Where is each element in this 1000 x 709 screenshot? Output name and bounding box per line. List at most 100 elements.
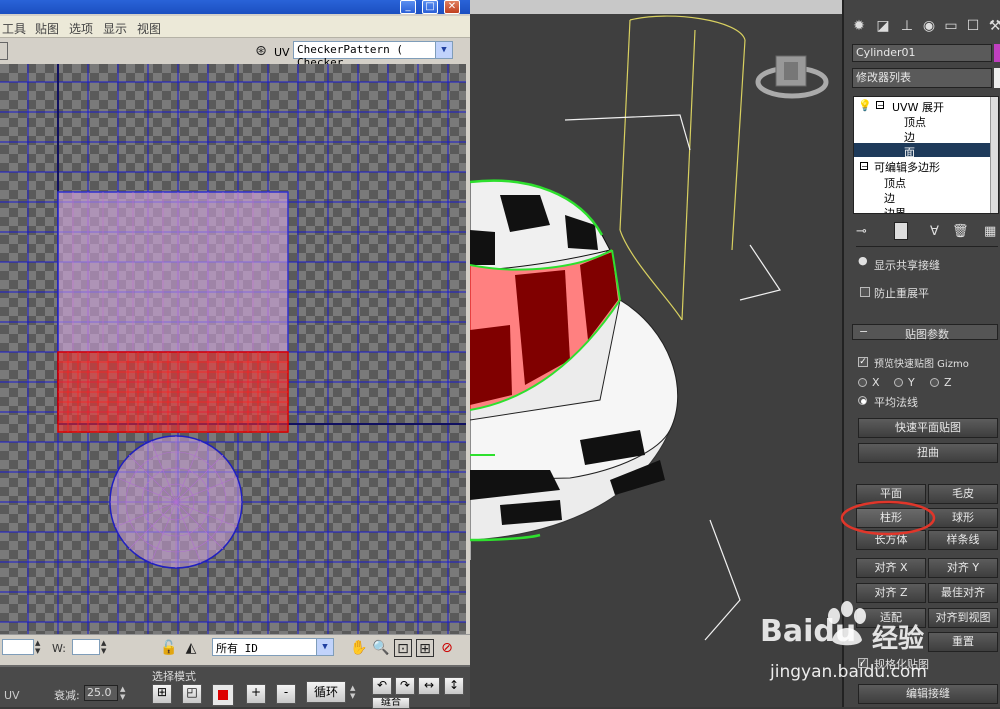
falloff-value: 25.0 [87, 686, 112, 699]
material-id-select-value: 所有 ID [216, 642, 258, 655]
axis-y-radio[interactable] [894, 378, 903, 387]
stack-item-editable-poly[interactable]: 可编辑多边形 [874, 159, 940, 175]
stack-item-vertex[interactable]: 顶点 [904, 114, 926, 130]
utilities-tab-icon[interactable]: ☐ [964, 18, 982, 38]
falloff-spinner[interactable]: ▲ ▼ [120, 685, 125, 701]
uv-canvas-drawing[interactable] [0, 64, 466, 634]
show-shared-seams-row[interactable]: ● 显示共享接缝 [852, 256, 998, 274]
close-button[interactable]: ✕ [444, 0, 460, 14]
object-name-value: Cylinder01 [856, 46, 916, 59]
texture-map-select[interactable]: CheckerPattern ( Checker ▼ [293, 41, 453, 69]
object-color-swatch[interactable] [994, 44, 1000, 62]
mirror-horizontal-button[interactable]: ↔ [418, 677, 440, 695]
quick-planar-button[interactable]: 快速平面贴图 [858, 418, 998, 438]
falloff-field[interactable]: 25.0 [84, 685, 118, 701]
stitch-button[interactable]: 缝合 [372, 697, 410, 709]
w-value-field[interactable] [72, 639, 100, 655]
uv-canvas[interactable] [0, 64, 466, 634]
remove-modifier-icon[interactable]: 🗑 [952, 224, 969, 239]
vertex-mode-button[interactable]: ⊞ [152, 684, 172, 704]
uv-island-top[interactable] [57, 191, 289, 353]
lock-icon[interactable]: 🔓 [160, 639, 178, 657]
cylinder-gizmo[interactable] [619, 15, 746, 321]
avg-normals-label: 平均法线 [874, 396, 918, 409]
u-spinner[interactable]: ▲ ▼ [35, 639, 43, 655]
paper-plane-icon[interactable]: ◭ [182, 639, 200, 657]
motion-tab-icon[interactable]: ◉ [920, 18, 938, 38]
show-end-result-icon[interactable] [894, 222, 908, 240]
modifier-stack[interactable]: 💡 − UVW 展开 顶点 边 面 − 可编辑多边形 顶点 边 边界 [853, 96, 999, 214]
object-name-field[interactable]: Cylinder01 [852, 44, 992, 62]
twist-button[interactable]: 扭曲 [858, 443, 998, 463]
face-mode-icon [218, 690, 228, 700]
prevent-reflatten-label: 防止重展平 [874, 287, 929, 300]
pelt-button[interactable]: 毛皮 [928, 484, 998, 504]
stack-item-poly-border[interactable]: 边界 [884, 205, 906, 213]
stack-scrollbar[interactable] [990, 97, 998, 213]
menu-view[interactable]: 视图 [137, 20, 161, 37]
menu-tools[interactable]: 工具 [2, 20, 26, 37]
window-titlebar[interactable]: _ □ ✕ [0, 0, 470, 14]
checker-map-icon[interactable]: ⊛ [252, 42, 270, 60]
spline-button[interactable]: 样条线 [928, 530, 998, 550]
loop-spinner[interactable]: ▲ ▼ [350, 684, 355, 700]
footer-uv-label: UV [4, 689, 20, 702]
uv-island-circle[interactable] [109, 435, 243, 569]
zoom-icon[interactable]: 🔍 [372, 639, 390, 657]
hierarchy-tab-icon[interactable]: ⊥ [898, 18, 916, 38]
material-id-select[interactable]: 所有 ID ▼ [212, 638, 334, 656]
make-unique-icon[interactable]: ∀ [930, 224, 939, 239]
configure-sets-icon[interactable]: ▦ [984, 224, 996, 239]
w-spinner[interactable]: ▲ ▼ [101, 639, 109, 655]
viewcube-icon[interactable] [755, 55, 829, 99]
stack-item-face[interactable]: 面 [904, 144, 915, 160]
menu-options[interactable]: 选项 [69, 20, 93, 37]
zoom-region-icon[interactable]: ⊡ [394, 639, 412, 657]
loop-button[interactable]: 循环 [306, 681, 346, 703]
preview-gizmo-checkbox[interactable]: ✓ [858, 357, 868, 367]
collapse-icon[interactable]: − [860, 162, 868, 171]
chevron-down-icon[interactable]: ▼ [316, 639, 333, 655]
align-y-button[interactable]: 对齐 Y [928, 558, 998, 578]
spherical-button[interactable]: 球形 [928, 508, 998, 528]
wrench-icon[interactable]: ⚒ [986, 18, 1000, 38]
baidu-url: jingyan.baidu.com [770, 662, 927, 682]
chevron-down-icon[interactable]: ▼ [435, 42, 452, 58]
create-tab-icon[interactable]: ✹ [850, 18, 868, 38]
edge-mode-button[interactable]: ◰ [182, 684, 202, 704]
stack-item-uvw-unwrap[interactable]: UVW 展开 [892, 99, 944, 115]
display-tab-icon[interactable]: ▭ [942, 18, 960, 38]
rollout-collapse-icon[interactable]: − [859, 325, 868, 338]
bowl-mesh[interactable] [470, 179, 679, 542]
pan-hand-icon[interactable]: ✋ [350, 639, 368, 657]
minimize-button[interactable]: _ [400, 0, 416, 14]
rotate-cw-button[interactable]: ↷ [395, 677, 415, 695]
grow-button[interactable]: + [246, 684, 266, 704]
collapse-icon[interactable]: − [876, 101, 884, 110]
toolbar-handle[interactable] [0, 42, 8, 60]
zoom-extents-icon[interactable]: ⊞ [416, 639, 434, 657]
mirror-vertical-button[interactable]: ↕ [444, 677, 464, 695]
menu-map[interactable]: 贴图 [35, 20, 59, 37]
map-params-rollout-header[interactable]: − 贴图参数 [852, 324, 998, 341]
axis-x-radio[interactable] [858, 378, 867, 387]
avg-normals-radio[interactable] [858, 396, 867, 405]
face-mode-button[interactable] [212, 684, 234, 706]
u-value-field[interactable] [2, 639, 34, 655]
prevent-reflatten-checkbox[interactable] [860, 287, 870, 297]
lightbulb-icon[interactable]: 💡 [858, 99, 872, 112]
maximize-button[interactable]: □ [422, 0, 438, 14]
modifier-list-arrow[interactable] [994, 68, 1000, 88]
modify-tab-icon[interactable]: ◪ [874, 18, 892, 38]
filter-icon[interactable]: ⊘ [438, 639, 456, 657]
stack-item-poly-edge[interactable]: 边 [884, 190, 895, 206]
modifier-list-select[interactable]: 修改器列表 [852, 68, 992, 88]
menu-display[interactable]: 显示 [103, 20, 127, 37]
pin-stack-icon[interactable]: ⊸ [856, 224, 867, 239]
uv-editor-window: _ □ ✕ 工具 贴图 选项 显示 视图 ⊛ UV CheckerPattern… [0, 0, 470, 665]
axis-z-radio[interactable] [930, 378, 939, 387]
stack-item-poly-vertex[interactable]: 顶点 [884, 175, 906, 191]
align-x-button[interactable]: 对齐 X [856, 558, 926, 578]
rotate-ccw-button[interactable]: ↶ [372, 677, 392, 695]
shrink-button[interactable]: - [276, 684, 296, 704]
